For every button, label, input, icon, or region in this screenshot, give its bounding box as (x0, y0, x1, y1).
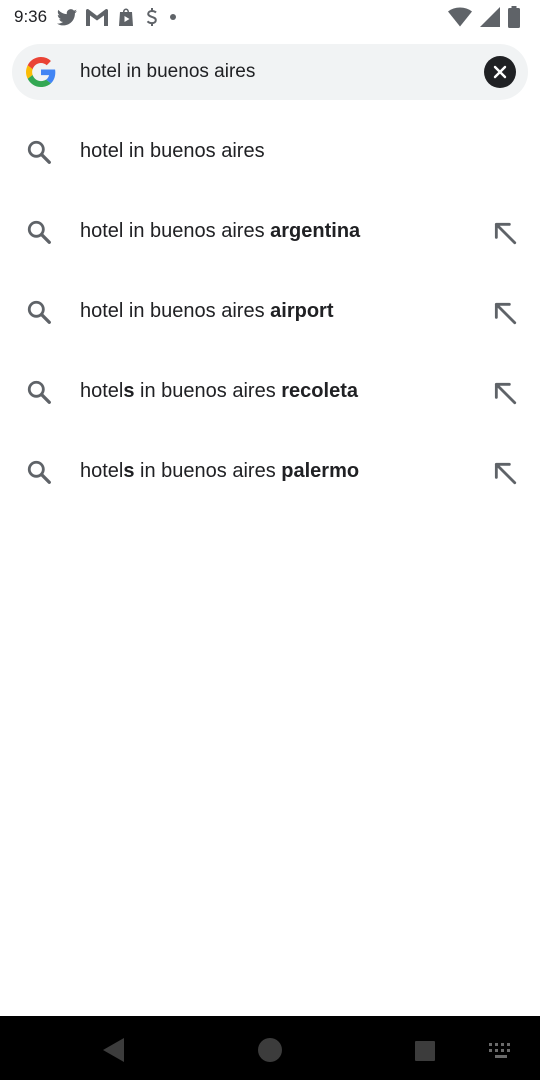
fill-query-arrow-icon[interactable] (492, 220, 518, 246)
suggestion-text: hotels in buenos aires recoleta (80, 380, 358, 402)
fill-query-arrow-icon[interactable] (492, 300, 518, 326)
suggestion-item[interactable]: hotel in buenos aires airport (0, 272, 540, 352)
suggestion-text: hotel in buenos aires argentina (80, 220, 361, 242)
suggestion-text: hotel in buenos aires airport (80, 300, 334, 322)
suggestion-text: hotels in buenos aires palermo (80, 460, 360, 482)
battery-icon (508, 6, 520, 28)
keyboard-icon[interactable] (488, 1042, 514, 1060)
search-icon (27, 140, 51, 164)
gmail-icon (86, 8, 109, 26)
back-icon[interactable] (100, 1036, 126, 1064)
google-g-icon (26, 57, 56, 87)
status-bar: 9:36 (0, 0, 540, 34)
search-icon (27, 380, 51, 404)
suggestion-text: hotel in buenos aires (80, 140, 265, 162)
twitter-icon (57, 8, 78, 25)
suggestion-list: hotel in buenos aires hotel in buenos ai… (0, 112, 540, 512)
stripe-icon (146, 8, 157, 26)
fill-query-arrow-icon[interactable] (492, 380, 518, 406)
clear-search-button[interactable] (484, 56, 516, 88)
home-icon[interactable] (256, 1036, 284, 1064)
suggestion-item[interactable]: hotels in buenos aires palermo (0, 432, 540, 512)
recent-apps-icon[interactable] (414, 1040, 436, 1062)
navigation-bar (0, 1016, 540, 1080)
search-icon (27, 300, 51, 324)
search-icon (27, 460, 51, 484)
close-icon (493, 65, 507, 79)
signal-icon (480, 7, 500, 27)
suggestion-item[interactable]: hotel in buenos aires (0, 112, 540, 192)
search-icon (27, 220, 51, 244)
search-bar[interactable]: hotel in buenos aires (12, 44, 528, 100)
search-input[interactable]: hotel in buenos aires (80, 61, 255, 83)
suggestion-item[interactable]: hotel in buenos aires argentina (0, 192, 540, 272)
system-status-icons (448, 6, 520, 28)
status-time: 9:36 (14, 7, 48, 26)
wifi-icon (448, 7, 472, 27)
fill-query-arrow-icon[interactable] (492, 460, 518, 486)
suggestion-item[interactable]: hotels in buenos aires recoleta (0, 352, 540, 432)
dot-icon (170, 14, 177, 20)
notification-icons (57, 8, 177, 26)
play-store-icon (119, 8, 134, 26)
